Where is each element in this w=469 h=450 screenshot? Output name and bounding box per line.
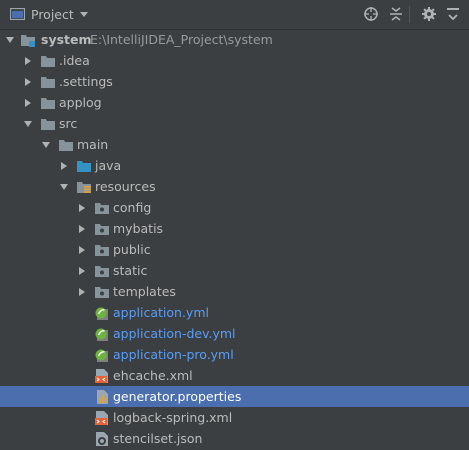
tree-row-ehcache-xml[interactable]: ehcache.xml — [0, 365, 469, 386]
tree-item-label: src — [59, 116, 78, 131]
tree-item-label: templates — [113, 284, 176, 299]
tree-row-applog[interactable]: applog — [0, 92, 469, 113]
tree-item-label: resources — [95, 179, 156, 194]
tree-item-label: application.yml — [113, 305, 209, 320]
tree-row-application-yml[interactable]: application.yml — [0, 302, 469, 323]
project-toolwindow-header: Project — [0, 0, 469, 30]
source-folder-icon — [77, 161, 91, 172]
tree-row-resources[interactable]: resources — [0, 176, 469, 197]
properties-file-icon — [97, 390, 108, 404]
tree-item-label: config — [113, 200, 152, 215]
hide-icon[interactable] — [445, 6, 461, 22]
tree-item-label: generator.properties — [113, 389, 242, 404]
resources-folder-icon — [77, 182, 91, 193]
tree-item-label: applog — [59, 95, 102, 110]
toolbar-separator — [409, 6, 410, 23]
collapsed-arrow-icon[interactable] — [77, 287, 87, 297]
collapsed-arrow-icon[interactable] — [23, 56, 33, 66]
collapse-all-icon[interactable] — [388, 6, 404, 22]
package-folder-icon — [95, 224, 109, 235]
collapsed-arrow-icon[interactable] — [77, 203, 87, 213]
tree-row-mybatis[interactable]: mybatis — [0, 218, 469, 239]
tree-row-stencilset-json[interactable]: stencilset.json — [0, 428, 469, 449]
collapsed-arrow-icon[interactable] — [77, 245, 87, 255]
folder-icon — [41, 77, 55, 88]
tree-row-src[interactable]: src — [0, 113, 469, 134]
tree-item-label: ehcache.xml — [113, 368, 193, 383]
tree-row-static[interactable]: static — [0, 260, 469, 281]
tree-item-label: stencilset.json — [113, 431, 203, 446]
module-path: E:\IntelliJIDEA_Project\system — [90, 32, 273, 47]
package-folder-icon — [95, 203, 109, 214]
tree-item-label: main — [77, 137, 109, 152]
tree-row-config[interactable]: config — [0, 197, 469, 218]
folder-icon — [41, 98, 55, 109]
module-folder-icon — [21, 35, 35, 47]
project-window-icon — [10, 8, 25, 20]
tree-item-label: static — [113, 263, 148, 278]
tree-row-application-pro-yml[interactable]: application-pro.yml — [0, 344, 469, 365]
tree-item-label: java — [95, 158, 122, 173]
expanded-arrow-icon[interactable] — [59, 182, 69, 192]
tree-row-application-dev-yml[interactable]: application-dev.yml — [0, 323, 469, 344]
module-name: system — [41, 32, 92, 47]
tree-row-main[interactable]: main — [0, 134, 469, 155]
tree-item-label: .settings — [59, 74, 113, 89]
tree-item-label: public — [113, 242, 151, 257]
expanded-arrow-icon[interactable] — [23, 119, 33, 129]
collapsed-arrow-icon[interactable] — [59, 161, 69, 171]
tree-row-system[interactable]: system E:\IntelliJIDEA_Project\system — [0, 29, 469, 50]
collapsed-arrow-icon[interactable] — [23, 98, 33, 108]
locate-icon[interactable] — [363, 6, 379, 22]
package-folder-icon — [95, 245, 109, 256]
dropdown-arrow-icon[interactable] — [79, 9, 89, 19]
tree-row-logback-spring-xml[interactable]: logback-spring.xml — [0, 407, 469, 428]
package-folder-icon — [95, 266, 109, 277]
tree-row-java[interactable]: java — [0, 155, 469, 176]
tree-row-templates[interactable]: templates — [0, 281, 469, 302]
xml-file-icon — [95, 411, 108, 425]
folder-icon — [41, 119, 55, 130]
tree-item-label: .idea — [59, 53, 90, 68]
tree-row-idea[interactable]: .idea — [0, 50, 469, 71]
toolwindow-title[interactable]: Project — [31, 7, 74, 22]
tree-item-label: logback-spring.xml — [113, 410, 233, 425]
expanded-arrow-icon[interactable] — [41, 140, 51, 150]
json-file-icon — [96, 432, 108, 446]
tree-row-generator-properties[interactable]: generator.properties — [0, 386, 469, 407]
tree-item-label: application-pro.yml — [113, 347, 234, 362]
package-folder-icon — [95, 287, 109, 298]
folder-icon — [59, 140, 73, 151]
xml-file-icon — [95, 369, 108, 383]
collapsed-arrow-icon[interactable] — [77, 266, 87, 276]
spring-config-file-icon — [95, 349, 108, 362]
spring-config-file-icon — [95, 328, 108, 341]
folder-icon — [41, 56, 55, 67]
collapsed-arrow-icon[interactable] — [23, 77, 33, 87]
tree-row-public[interactable]: public — [0, 239, 469, 260]
tree-item-label: mybatis — [113, 221, 164, 236]
expanded-arrow-icon[interactable] — [5, 35, 15, 45]
settings-gear-icon[interactable] — [421, 6, 437, 22]
tree-item-label: application-dev.yml — [113, 326, 236, 341]
tree-row-settings[interactable]: .settings — [0, 71, 469, 92]
spring-config-file-icon — [95, 307, 108, 320]
collapsed-arrow-icon[interactable] — [77, 224, 87, 234]
